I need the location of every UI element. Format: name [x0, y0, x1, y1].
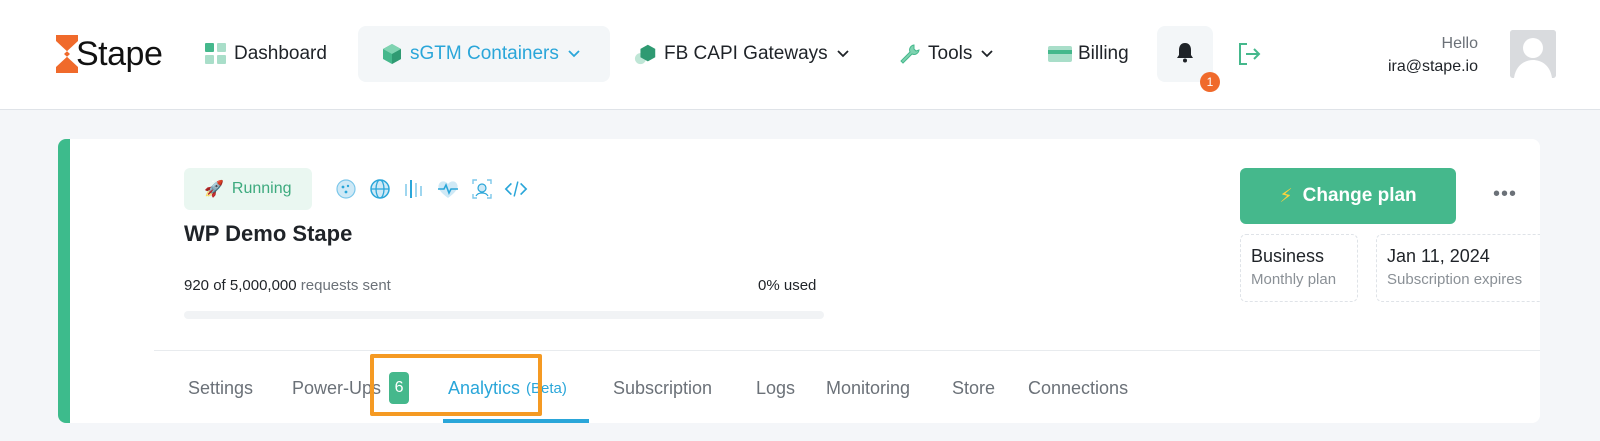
tab-power-ups-label: Power-Ups — [292, 377, 382, 398]
nav-fb-capi-gateways[interactable]: FB CAPI Gateways — [634, 26, 850, 82]
bars-icon[interactable] — [402, 177, 426, 201]
tab-connections[interactable]: Connections — [1028, 371, 1128, 405]
more-options-button[interactable]: ••• — [1490, 179, 1520, 209]
code-icon[interactable] — [504, 177, 528, 201]
avatar[interactable] — [1510, 30, 1556, 78]
requests-count: 920 of 5,000,000 — [184, 277, 297, 294]
status-badge: 🚀 Running — [184, 168, 312, 210]
tab-logs[interactable]: Logs — [756, 371, 795, 405]
power-ups-count-badge: 6 — [389, 372, 410, 404]
nav-dashboard-label: Dashboard — [234, 43, 327, 64]
greeting-text: Hello — [1441, 35, 1478, 52]
nav-fb-capi-label: FB CAPI Gateways — [664, 43, 828, 64]
container-name: WP Demo Stape — [184, 221, 353, 246]
lightning-icon: ⚡ — [1279, 185, 1293, 207]
active-tab-underline — [443, 419, 589, 423]
change-plan-label: Change plan — [1302, 185, 1417, 206]
wrench-icon — [898, 42, 922, 66]
tab-analytics-label: Analytics — [448, 377, 521, 398]
plan-name: Business — [1251, 246, 1325, 266]
tab-connections-label: Connections — [1028, 377, 1129, 398]
nav-tools[interactable]: Tools — [898, 26, 994, 82]
requests-label: requests sent — [300, 277, 391, 294]
bell-icon — [1175, 41, 1195, 68]
face-scan-icon[interactable] — [470, 177, 494, 201]
requests-usage: 920 of 5,000,000 requests sent — [184, 277, 391, 294]
tab-subscription-label: Subscription — [613, 377, 713, 398]
tab-settings[interactable]: Settings — [188, 371, 253, 405]
globe-icon[interactable] — [368, 177, 392, 201]
tab-analytics[interactable]: Analytics (Beta) — [448, 371, 567, 405]
chevron-down-icon — [980, 49, 994, 59]
hexagon-cluster-icon — [634, 42, 658, 66]
rocket-icon: 🚀 — [204, 181, 224, 198]
user-greeting: Hello ira@stape.io — [1388, 34, 1478, 78]
dashboard-icon — [204, 42, 228, 66]
subscription-expiry-info: Jan 11, 2024 Subscription expires — [1376, 234, 1540, 302]
tab-monitoring[interactable]: Monitoring — [826, 371, 910, 405]
tab-power-ups[interactable]: Power-Ups 6 — [292, 371, 410, 405]
plan-period: Monthly plan — [1251, 271, 1337, 288]
more-horizontal-icon: ••• — [1492, 182, 1517, 205]
cookie-icon[interactable] — [334, 177, 358, 201]
container-card: 🚀 Running WP Demo Stape 920 of 5,000,000… — [58, 139, 1540, 423]
nav-billing-label: Billing — [1078, 43, 1129, 64]
usage-percent: 0% used — [758, 277, 817, 294]
nav-containers-label: sGTM Containers — [410, 43, 559, 64]
notifications-count-badge: 1 — [1200, 72, 1220, 92]
top-navigation-bar: Stape Dashboard sGTM Containers FB CAPI … — [0, 0, 1600, 110]
nav-tools-label: Tools — [928, 43, 973, 64]
nav-dashboard[interactable]: Dashboard — [204, 26, 327, 82]
tab-monitoring-label: Monitoring — [826, 377, 911, 398]
change-plan-button[interactable]: ⚡ Change plan — [1240, 168, 1456, 224]
plan-info: Business Monthly plan — [1240, 234, 1358, 302]
stape-logo[interactable]: Stape — [56, 34, 163, 74]
chevron-down-icon — [567, 49, 581, 59]
feature-icons — [334, 177, 538, 201]
logo-text: Stape — [76, 35, 163, 73]
chevron-down-icon — [836, 49, 850, 59]
status-text: Running — [231, 180, 292, 197]
tab-store[interactable]: Store — [952, 371, 995, 405]
container-tabs: Settings Power-Ups 6 Analytics (Beta) Su… — [58, 351, 1540, 423]
nav-sgtm-containers[interactable]: sGTM Containers — [358, 26, 610, 82]
tab-store-label: Store — [952, 377, 996, 398]
beta-tag: (Beta) — [526, 379, 567, 397]
tab-subscription[interactable]: Subscription — [613, 371, 712, 405]
tab-settings-label: Settings — [188, 377, 254, 398]
expiry-label: Subscription expires — [1387, 271, 1523, 288]
stape-logo-mark — [56, 35, 78, 73]
logout-icon[interactable] — [1236, 41, 1262, 67]
credit-card-icon — [1048, 42, 1072, 66]
user-email: ira@stape.io — [1387, 58, 1478, 75]
nav-billing[interactable]: Billing — [1048, 26, 1129, 82]
usage-progress-bar — [184, 311, 824, 319]
tab-logs-label: Logs — [756, 377, 796, 398]
cube-icon — [380, 42, 404, 66]
expiry-date: Jan 11, 2024 — [1387, 246, 1490, 266]
heartbeat-icon[interactable] — [436, 177, 460, 201]
